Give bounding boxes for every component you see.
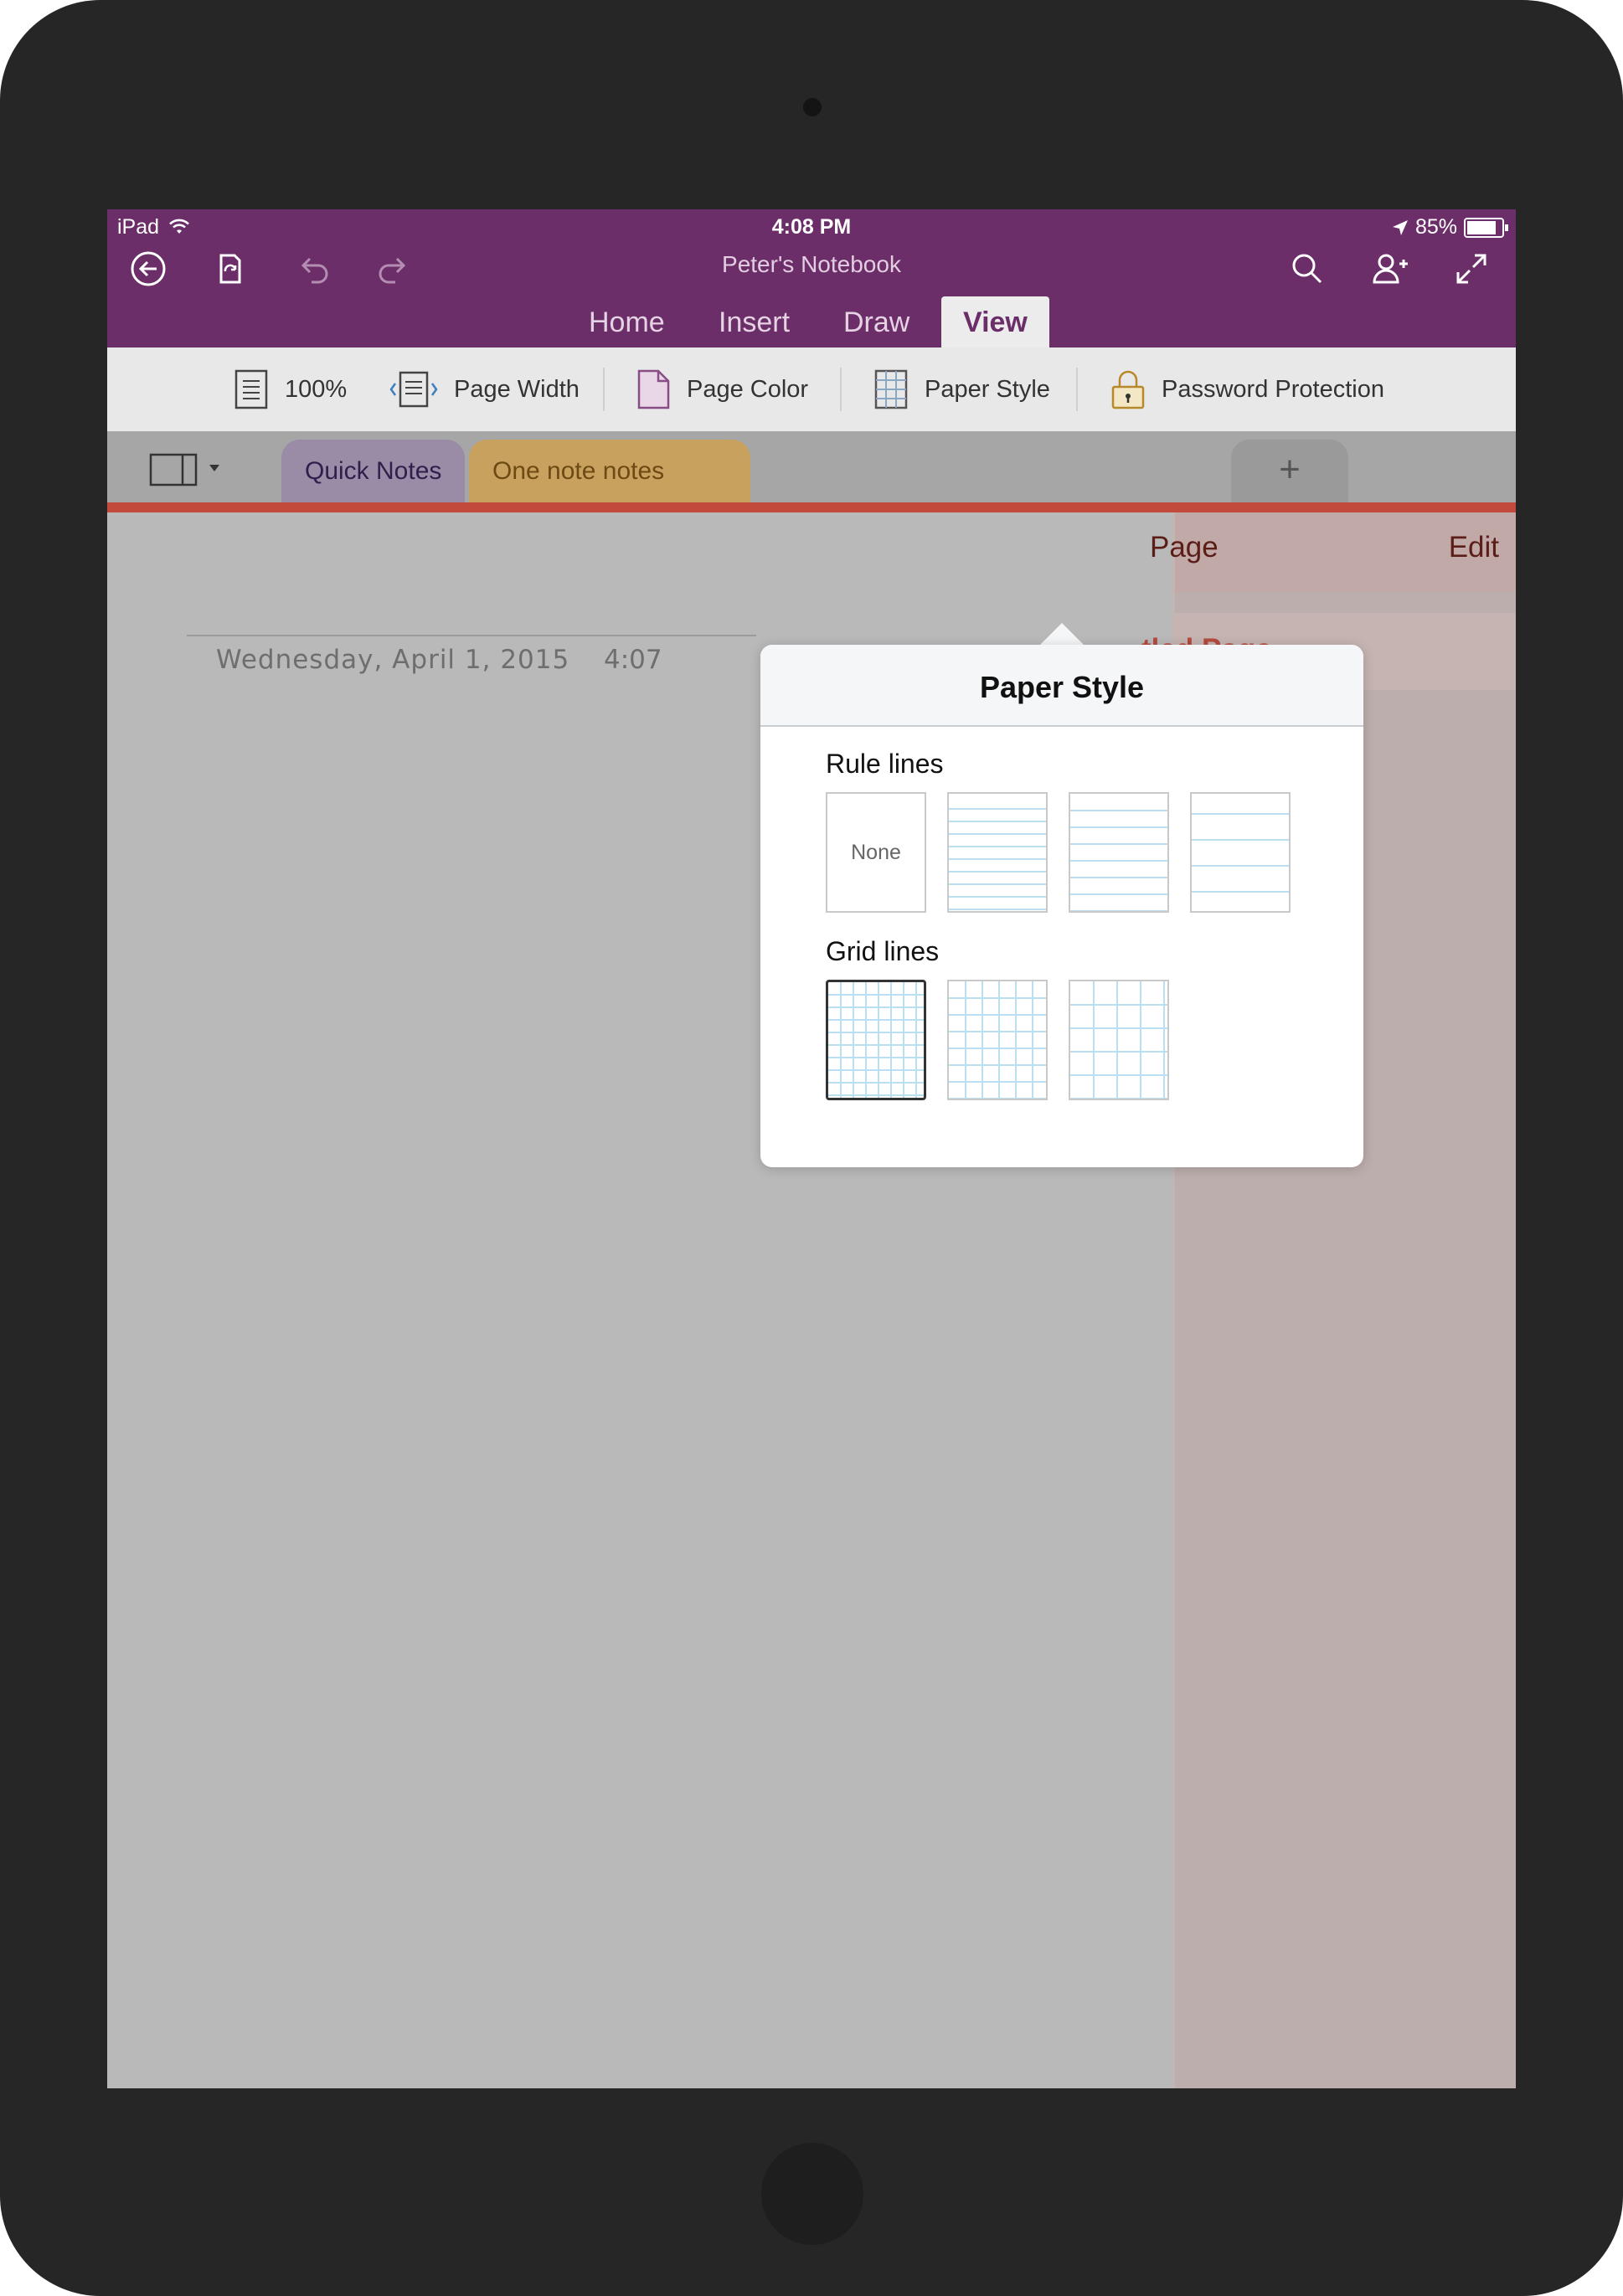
add-section-button[interactable]: + [1231, 440, 1348, 502]
back-button[interactable] [125, 245, 172, 292]
add-person-icon [1373, 254, 1408, 284]
title-bar: iPad 4:08 PM 85% Peter's Notebook Home I… [107, 209, 1516, 348]
section-color-line [107, 502, 1516, 512]
college-rule-lines-icon [1070, 810, 1167, 911]
battery-icon [1464, 217, 1508, 238]
grid-page-icon [874, 369, 908, 409]
title-underline [187, 635, 756, 636]
status-right: 85% [1392, 215, 1508, 239]
section-tab-one-note-notes[interactable]: One note notes [469, 440, 750, 502]
sync-icon [219, 254, 241, 284]
notebook-panel-icon [149, 453, 219, 486]
sync-button[interactable] [206, 245, 253, 292]
password-protection-button[interactable]: Password Protection [1110, 347, 1384, 431]
view-ribbon: 100% Page Width Page Color Paper Style P… [107, 347, 1516, 432]
search-icon [1292, 254, 1322, 284]
page-width-button[interactable]: Page Width [389, 347, 580, 431]
paper-style-button[interactable]: Paper Style [873, 347, 1050, 431]
ipad-frame: iPad 4:08 PM 85% Peter's Notebook Home I… [0, 0, 1623, 2296]
ribbon-divider [840, 368, 842, 411]
small-grid-icon [828, 982, 924, 1098]
ribbon-divider [1076, 368, 1078, 411]
notebook-toggle-button[interactable] [149, 450, 233, 492]
medium-grid-icon [949, 981, 1046, 1099]
edit-pages-button[interactable]: Edit [1449, 531, 1499, 564]
tab-home[interactable]: Home [567, 296, 687, 348]
grid-option-large[interactable] [1069, 980, 1169, 1100]
section-tab-quick-notes[interactable]: Quick Notes [281, 440, 466, 502]
redo-icon [379, 257, 406, 284]
tab-insert[interactable]: Insert [697, 296, 812, 348]
narrow-rule-lines-icon [949, 808, 1046, 910]
page-date: Wednesday, April 1, 2015 [216, 645, 570, 675]
rule-option-none[interactable]: None [826, 792, 926, 913]
battery-percent: 85% [1414, 215, 1457, 239]
home-button[interactable] [761, 2143, 863, 2245]
popover-title: Paper Style [979, 670, 1145, 704]
grid-lines-label: Grid lines [826, 936, 940, 966]
screen: iPad 4:08 PM 85% Peter's Notebook Home I… [107, 209, 1516, 2088]
undo-button[interactable] [290, 245, 337, 292]
redo-button[interactable] [370, 245, 417, 292]
page-color-button[interactable]: Page Color [635, 347, 808, 431]
grid-option-medium[interactable] [947, 980, 1048, 1100]
back-arrow-icon [131, 251, 166, 286]
tab-view[interactable]: View [941, 296, 1049, 348]
page-icon [234, 369, 268, 409]
search-button[interactable] [1284, 245, 1331, 292]
ribbon-tabs: Home Insert Draw View [107, 296, 1516, 348]
plus-icon: + [1279, 449, 1301, 490]
rule-option-wide[interactable] [1190, 792, 1291, 913]
page-time: 4:07 [604, 645, 662, 675]
popover-arrow [1038, 623, 1085, 646]
rule-lines-label: Rule lines [826, 749, 944, 779]
tab-draw[interactable]: Draw [822, 296, 931, 348]
undo-icon [301, 257, 328, 284]
expand-icon [1456, 254, 1486, 284]
rule-option-college[interactable] [1069, 792, 1169, 913]
page-width-icon [389, 371, 438, 408]
wide-rule-lines-icon [1192, 813, 1289, 893]
share-button[interactable] [1366, 245, 1413, 292]
front-camera [803, 98, 822, 116]
page-color-icon [637, 369, 670, 409]
status-time: 4:08 PM [771, 215, 852, 239]
lock-icon [1111, 370, 1145, 409]
location-arrow-icon [1392, 219, 1408, 235]
zoom-button[interactable]: 100% [233, 347, 347, 431]
large-grid-icon [1070, 981, 1167, 1099]
ribbon-divider [603, 368, 605, 411]
fullscreen-button[interactable] [1448, 245, 1495, 292]
grid-option-small[interactable] [826, 980, 926, 1100]
rule-option-narrow[interactable] [947, 792, 1048, 913]
paper-style-popover: Paper Style Rule lines None Grid lines [760, 645, 1363, 1167]
add-page-button[interactable]: Page [1150, 531, 1219, 564]
